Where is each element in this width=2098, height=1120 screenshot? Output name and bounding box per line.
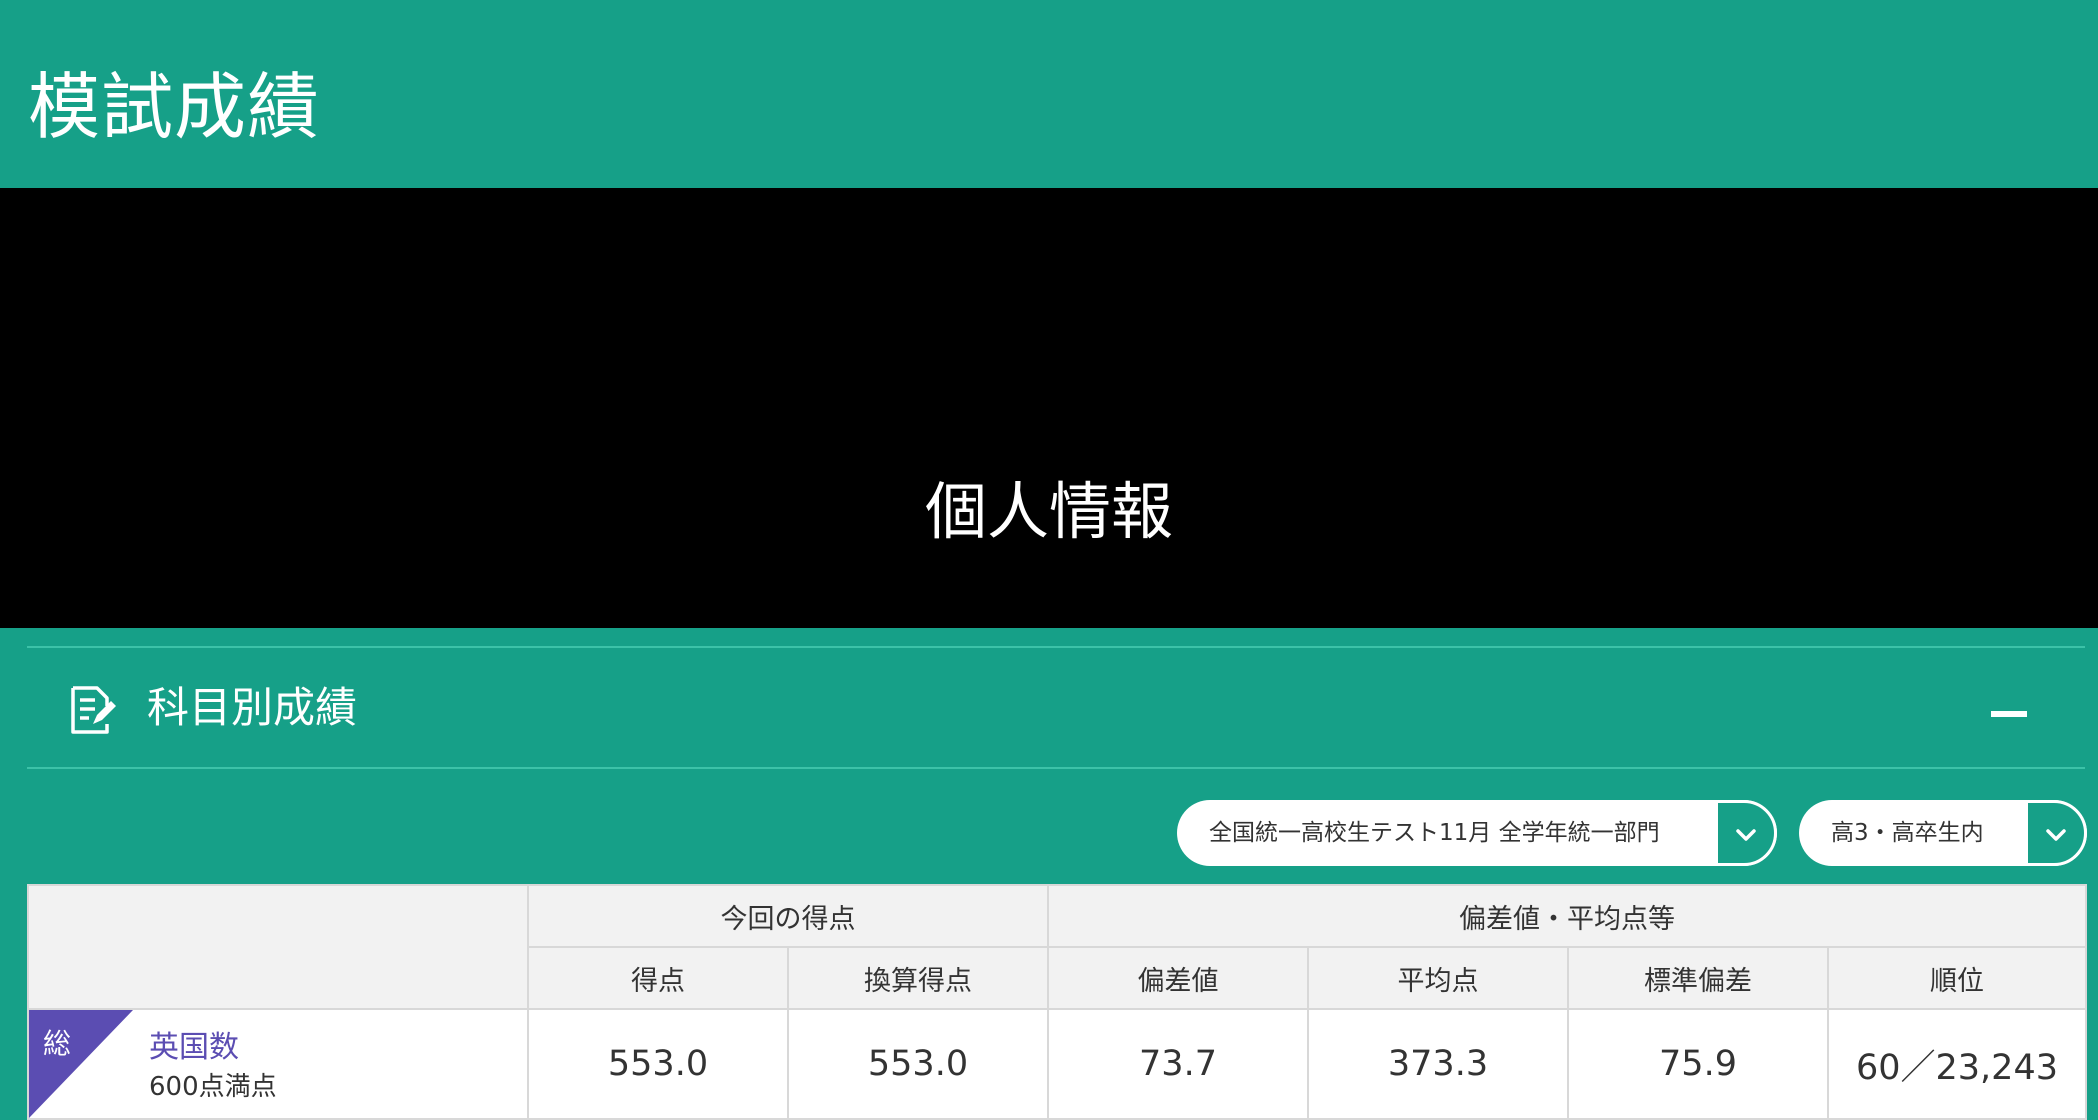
group-select-toggle[interactable]: [2025, 800, 2087, 866]
subject-cell: 総 英国数 600点満点: [27, 1008, 529, 1120]
column-header-converted-score: 換算得点: [787, 946, 1049, 1010]
results-table: 今回の得点 偏差値・平均点等 得点 換算得点 偏差値 平均点 標準偏差 順位 総…: [27, 884, 2087, 1120]
score-cell: 553.0: [527, 1008, 789, 1120]
column-header-average: 平均点: [1307, 946, 1569, 1010]
rank-cell: 60／23,243: [1827, 1008, 2087, 1120]
chevron-down-icon: [1736, 829, 1756, 841]
exam-select-value: 全国統一高校生テスト11月 全学年統一部門: [1209, 820, 1660, 846]
personal-info-label: 個人情報: [924, 475, 1173, 548]
chevron-down-icon: [2046, 829, 2066, 841]
total-tag-label: 総: [43, 1027, 72, 1060]
subject-column-header: [27, 884, 529, 1010]
deviation-cell: 73.7: [1047, 1008, 1309, 1120]
section-divider-bottom: [27, 767, 2085, 769]
group-header-current-score: 今回の得点: [527, 884, 1049, 948]
converted-score-cell: 553.0: [787, 1008, 1049, 1120]
personal-info-block: 個人情報: [0, 188, 2098, 628]
table-row: 総 英国数 600点満点 553.0 553.0 73.7 373.3 75.9…: [27, 1008, 2087, 1120]
exam-select[interactable]: 全国統一高校生テスト11月 全学年統一部門: [1177, 800, 1777, 866]
group-header-statistics: 偏差値・平均点等: [1047, 884, 2087, 948]
page-header: 模試成績: [0, 0, 2098, 188]
column-header-std-dev: 標準偏差: [1567, 946, 1829, 1010]
page-title: 模試成績: [28, 65, 321, 149]
group-select-value: 高3・高卒生内: [1831, 820, 1984, 846]
exam-select-toggle[interactable]: [1715, 800, 1777, 866]
subject-link[interactable]: 英国数: [149, 1022, 239, 1066]
section-header: 科目別成績: [27, 648, 2085, 768]
column-header-deviation: 偏差値: [1047, 946, 1309, 1010]
max-score-label: 600点満点: [149, 1072, 277, 1102]
average-cell: 373.3: [1307, 1008, 1569, 1120]
minus-icon: [1991, 711, 2027, 717]
column-header-score: 得点: [527, 946, 789, 1010]
group-select[interactable]: 高3・高卒生内: [1799, 800, 2087, 866]
collapse-button[interactable]: [1985, 700, 2045, 730]
column-header-rank: 順位: [1827, 946, 2087, 1010]
std-dev-cell: 75.9: [1567, 1008, 1829, 1120]
section-title: 科目別成績: [147, 683, 358, 732]
document-edit-icon: [67, 684, 119, 736]
